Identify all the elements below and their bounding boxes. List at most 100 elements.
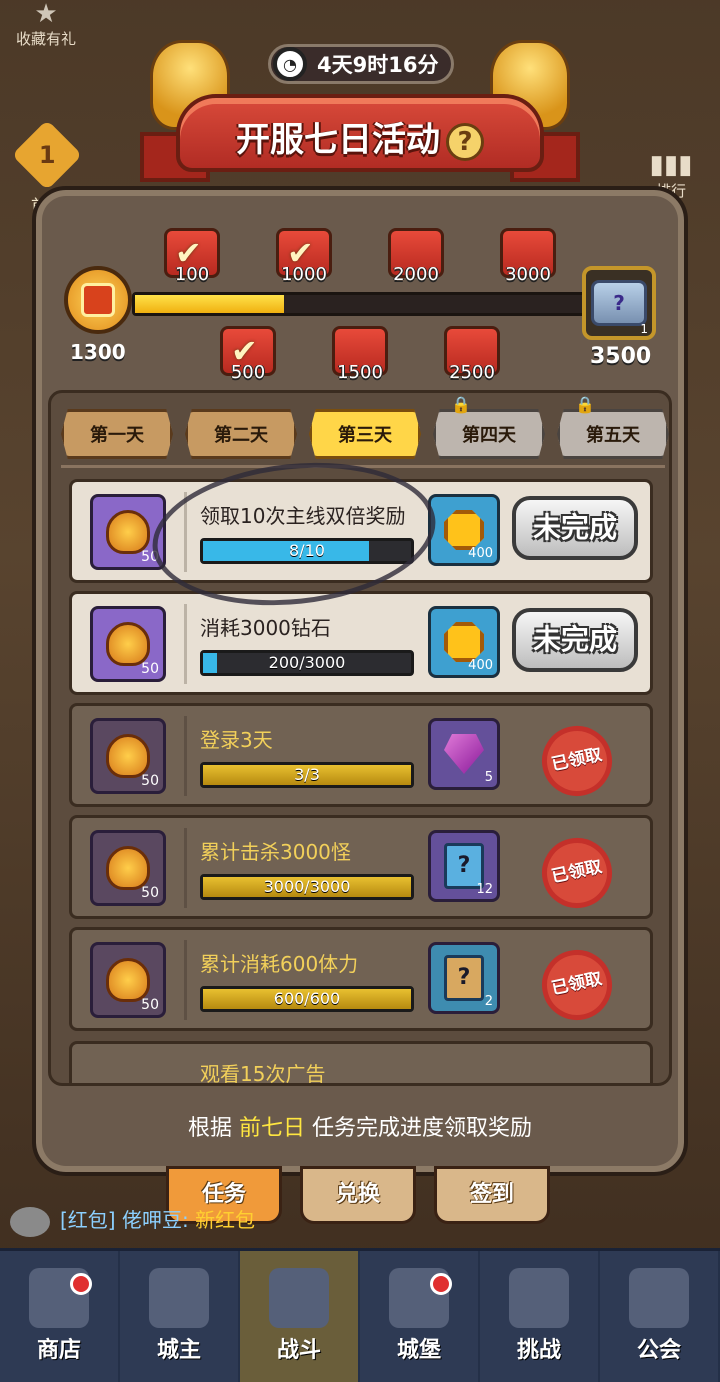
task-row: 50 消耗3000钻石 200/3000 400 未完成 [69,591,653,695]
page-title: 开服七日活动 [236,120,440,160]
chest-label: 2000 [393,264,439,285]
nav-label: 战斗 [276,1338,321,1363]
notification-dot [70,1273,92,1295]
tip-prefix: 根据 [187,1116,239,1141]
help-icon[interactable]: ? [446,122,484,161]
reward-qty: 12 [476,882,493,897]
task-progress-text: 200/3000 [268,653,346,672]
tab-day-1[interactable]: 第一天 [61,409,173,459]
coin-icon [444,622,484,662]
task-progress-text: 3/3 [294,765,320,784]
notification-dot [430,1273,452,1295]
chat-ticker[interactable]: [红包] 佬呷豆: 新红包 [10,1204,255,1237]
points-shield-icon: 50 [90,606,166,682]
task-row: 50 登录3天 3/3 5 已领取 [69,703,653,807]
points-shield-icon: 50 [90,718,166,794]
separator [184,828,187,908]
nav-shop[interactable]: 商店 [0,1251,120,1382]
chest-label: 100 [174,264,210,285]
day-tabs: 第一天 第二天 第三天 第四天 🔒 第五天 🔒 [61,395,669,463]
reward-qty: 400 [468,658,493,673]
claimed-stamp: 已领取 [535,831,619,915]
crossed-swords-icon [269,1268,329,1328]
task-progress-bar: 3000/3000 [200,874,414,900]
mystery-scroll-icon: ? [444,955,484,1001]
chat-text: [红包] 佬呷豆: [60,1208,196,1232]
nav-challenge[interactable]: 挑战 [480,1251,600,1382]
favorite-label: 收藏有礼 [15,30,76,48]
podium-icon: ▮▮▮ [649,150,693,180]
milestone-progress-fill [135,295,284,313]
task-name: 累计消耗600体力 [200,952,359,976]
favorite-gift-button[interactable]: ★ 收藏有礼 [6,0,86,52]
final-chest-button[interactable]: ? 1 [582,266,656,340]
task-name: 登录3天 [200,728,273,752]
reward-slot[interactable]: ? 12 [428,830,500,902]
nav-label: 城堡 [396,1338,441,1363]
separator [184,940,187,1020]
task-progress-text: 3000/3000 [263,877,351,896]
milestone-track: 1300 ✔ 100 ✔ 500 ✔ 1000 1500 2000 2500 3… [56,222,664,392]
tab-day-3[interactable]: 第三天 [309,409,421,459]
coin-icon [444,510,484,550]
task-points: 50 [141,885,159,901]
points-shield-icon: 50 [90,942,166,1018]
first-charge-badge-icon: 1 [11,119,83,191]
nav-guild[interactable]: 公会 [600,1251,720,1382]
reward-slot[interactable]: 5 [428,718,500,790]
clock-icon: ◔ [273,47,307,81]
star-icon: ★ [34,0,58,29]
timer-text: 4天9时16分 [317,53,439,77]
task-row-partial: 观看15次广告 [69,1041,653,1086]
crown-icon [149,1268,209,1328]
points-shield-icon: 50 [90,830,166,906]
task-name: 消耗3000钻石 [200,616,331,640]
reward-qty: 5 [484,770,493,785]
reward-slot[interactable]: ? 2 [428,942,500,1014]
points-medal-icon [64,266,132,334]
title-banner: 开服七日活动? [140,88,580,186]
chat-gift: 新红包 [195,1208,256,1232]
task-name: 累计击杀3000怪 [200,840,351,864]
nav-castle[interactable]: 城堡 [360,1251,480,1382]
countdown-timer: ◔ 4天9时16分 [268,44,454,84]
nav-lord[interactable]: 城主 [120,1251,240,1382]
nav-label: 挑战 [516,1338,561,1363]
lock-icon: 🔒 [451,395,471,414]
tip-suffix: 任务完成进度领取奖励 [305,1116,532,1141]
nav-battle[interactable]: 战斗 [240,1251,360,1382]
chest-label: 3000 [505,264,551,285]
incomplete-button[interactable]: 未完成 [512,608,638,672]
tab-day-5[interactable]: 第五天 [557,409,669,459]
task-row: 50 累计消耗600体力 600/600 ? 2 已领取 [69,927,653,1031]
task-progress-bar: 3/3 [200,762,414,788]
tab-exchange[interactable]: 兑换 [300,1166,416,1224]
task-name: 观看15次广告 [200,1062,326,1086]
guild-lock-icon [629,1268,689,1328]
reward-qty: 400 [468,546,493,561]
current-points: 1300 [70,340,126,364]
final-chest-points: 3500 [590,344,652,369]
claimed-stamp: 已领取 [535,719,619,803]
reward-qty: 2 [484,994,493,1009]
separator [184,716,187,796]
tab-signin[interactable]: 签到 [434,1166,550,1224]
incomplete-button[interactable]: 未完成 [512,496,638,560]
task-progress-text: 600/600 [273,989,341,1008]
reward-slot[interactable]: 400 [428,494,500,566]
task-progress-bar: 600/600 [200,986,414,1012]
separator [184,604,187,684]
chest-label: 500 [230,362,266,383]
chest-label: 2500 [449,362,495,383]
footer-tip: 根据 前七日 任务完成进度领取奖励 [32,1110,688,1142]
chest-label: 1500 [337,362,383,383]
task-progress-bar: 200/3000 [200,650,414,676]
tab-day-2[interactable]: 第二天 [185,409,297,459]
nav-label: 公会 [636,1338,681,1363]
lock-icon: 🔒 [575,395,595,414]
reward-slot[interactable]: 400 [428,606,500,678]
mystery-chest-icon: ? [591,280,647,326]
chest-label: 1000 [281,264,327,285]
final-chest-qty: 1 [640,322,648,336]
tab-day-4[interactable]: 第四天 [433,409,545,459]
